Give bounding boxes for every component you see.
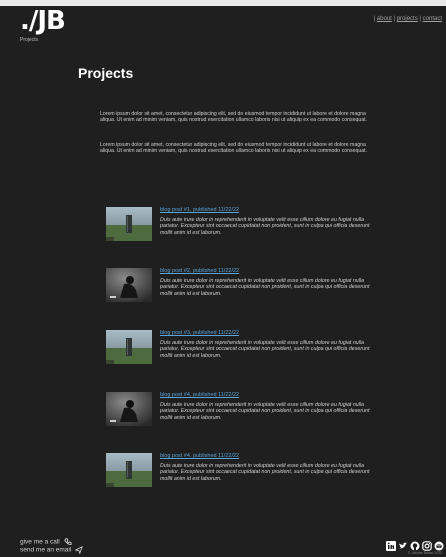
landscape-image (106, 453, 152, 487)
post-thumbnail[interactable] (106, 207, 152, 241)
page-title: Projects (78, 65, 134, 81)
instagram-icon[interactable] (422, 538, 432, 551)
post-description: Duis aute irure dolor in reprehenderit i… (160, 463, 370, 482)
landscape-image (106, 207, 152, 241)
send-icon (74, 545, 84, 555)
post-thumbnail[interactable] (106, 330, 152, 364)
nav-projects[interactable]: projects (397, 16, 418, 22)
post-title-link[interactable]: blog post #4, published 11/22/22 (160, 392, 239, 398)
nav-contact[interactable]: contact (423, 16, 442, 22)
page: ./JB Projects | about | projects | conta… (0, 0, 446, 557)
nav-about[interactable]: about (377, 16, 392, 22)
call-label: give me a call (20, 538, 60, 546)
intro-paragraph: Lorem ipsum dolor sit amet, consectetur … (100, 111, 368, 124)
call-link[interactable]: give me a call (20, 538, 72, 546)
site-logo[interactable]: ./JB (20, 6, 66, 36)
email-label: send me an email (20, 546, 72, 554)
copyright-text: © Jakobe Balasi 2022 (407, 551, 442, 555)
post-description: Duis aute irure dolor in reprehenderit i… (160, 402, 370, 421)
post-thumbnail[interactable] (106, 392, 152, 426)
post-item: blog post #4, published 11/22/22 Duis au… (106, 453, 376, 495)
post-description: Duis aute irure dolor in reprehenderit i… (160, 278, 370, 297)
nav-separator: | (393, 16, 396, 22)
figure-image (106, 392, 152, 426)
twitter-icon[interactable] (398, 538, 408, 549)
intro-paragraph: Lorem ipsum dolor sit amet, consectetur … (100, 142, 368, 155)
phone-icon (63, 538, 72, 545)
post-item: blog post #2, published 11/22/22 Duis au… (106, 268, 376, 310)
github-icon[interactable] (410, 538, 420, 551)
post-title-link[interactable]: blog post #3, published 11/22/22 (160, 330, 239, 336)
top-nav: | about | projects | contact (374, 16, 442, 22)
post-title-link[interactable]: blog post #2, published 11/22/22 (160, 268, 239, 274)
logo-subtitle: Projects (20, 37, 39, 43)
post-thumbnail[interactable] (106, 268, 152, 302)
figure-image (106, 268, 152, 302)
nav-separator: | (373, 16, 376, 22)
post-title-link[interactable]: blog post #1, published 11/22/22 (160, 207, 239, 213)
post-item: blog post #3, published 11/22/22 Duis au… (106, 330, 376, 372)
post-thumbnail[interactable] (106, 453, 152, 487)
email-link[interactable]: send me an email (20, 545, 84, 555)
post-title-link[interactable]: blog post #4, published 11/22/22 (160, 453, 239, 459)
linkedin-icon[interactable] (386, 538, 396, 551)
mail-icon[interactable] (434, 538, 444, 551)
nav-separator: | (419, 16, 421, 22)
landscape-image (106, 330, 152, 364)
post-item: blog post #1, published 11/22/22 Duis au… (106, 207, 376, 249)
post-description: Duis aute irure dolor in reprehenderit i… (160, 340, 370, 359)
social-links (386, 538, 444, 551)
post-item: blog post #4, published 11/22/22 Duis au… (106, 392, 376, 434)
top-strip (0, 0, 446, 6)
post-description: Duis aute irure dolor in reprehenderit i… (160, 217, 370, 236)
